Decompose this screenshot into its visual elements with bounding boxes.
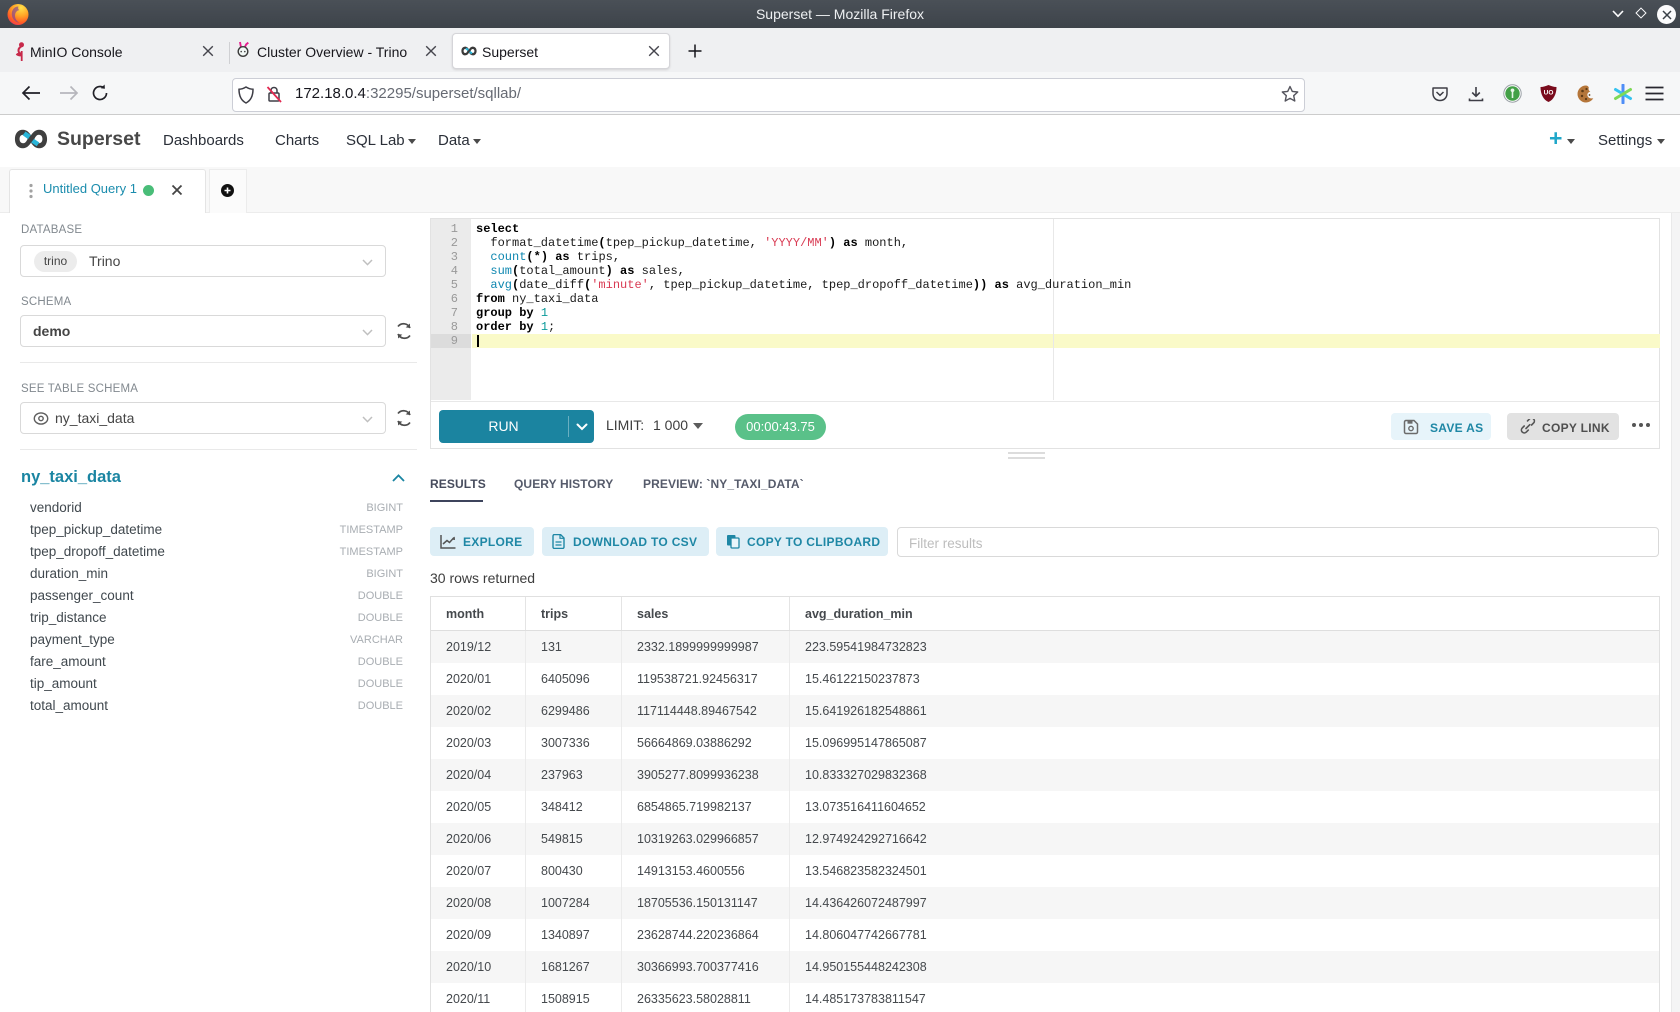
svg-text:UO: UO xyxy=(1544,90,1554,97)
